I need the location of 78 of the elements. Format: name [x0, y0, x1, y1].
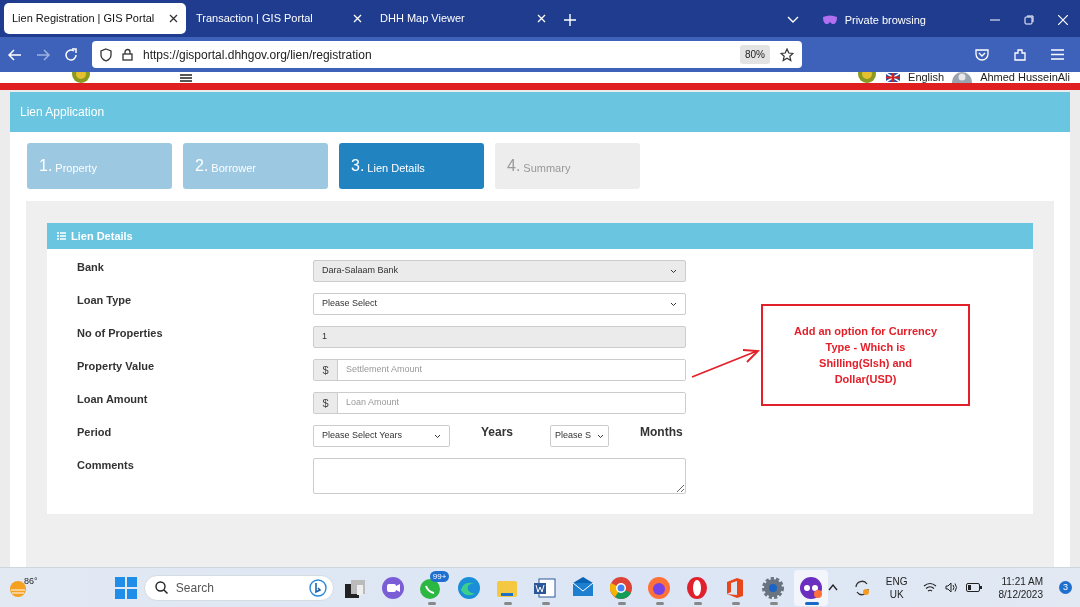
running-indicator: [541, 601, 550, 605]
running-indicator: [617, 601, 626, 605]
field-label: No of Properties: [77, 326, 164, 340]
chevron-down-icon: [597, 433, 605, 439]
search-icon: [154, 581, 168, 594]
lock-icon: [122, 48, 133, 61]
menu-icon[interactable]: [180, 73, 192, 82]
select-field[interactable]: Please Select: [313, 293, 686, 315]
region-code[interactable]: UK: [885, 587, 908, 601]
tab-title: Transaction | GIS Portal: [196, 11, 313, 27]
clock-time[interactable]: 11:21 AM: [998, 574, 1043, 588]
forward-icon[interactable]: [36, 48, 50, 61]
input-field[interactable]: $ Loan Amount: [313, 392, 686, 414]
shield-icon: [100, 47, 112, 62]
user-menu[interactable]: Ahmed HusseinAli: [980, 72, 1070, 83]
speaker-icon[interactable]: [945, 582, 959, 593]
back-icon[interactable]: [8, 48, 22, 61]
language-code[interactable]: ENG: [885, 574, 908, 588]
private-browsing-label: Private browsing: [844, 12, 926, 28]
browser-tab[interactable]: Lien Registration | GIS Portal: [4, 3, 186, 34]
taskbar-app[interactable]: 99+: [413, 569, 448, 606]
field-label: Comments: [77, 458, 135, 472]
tab-title: DHH Map Viewer: [380, 11, 465, 27]
battery-icon[interactable]: [966, 583, 983, 592]
tab-title: Lien Registration | GIS Portal: [12, 11, 155, 27]
running-indicator: [769, 601, 778, 605]
running-indicator: [503, 601, 512, 605]
reload-icon[interactable]: [64, 47, 78, 62]
restore-icon[interactable]: [1024, 15, 1034, 25]
search-field[interactable]: Search: [143, 574, 334, 601]
star-icon[interactable]: [780, 47, 794, 62]
unit-label: Months: [640, 425, 683, 439]
running-indicator: [731, 601, 740, 605]
running-indicator: [427, 601, 436, 605]
field-label: Property Value: [77, 359, 156, 373]
select-field[interactable]: Please S: [550, 425, 610, 447]
address-bar[interactable]: https://gisportal.dhhgov.org/lien/registration 80%: [92, 41, 802, 68]
wifi-icon[interactable]: [923, 582, 938, 593]
running-indicator: [655, 601, 664, 605]
panel-title: Lien Application: [20, 104, 105, 121]
arrow: [691, 347, 761, 379]
field-label: Bank: [77, 260, 105, 274]
url-text: https://gisportal.dhhgov.org/lien/registration: [143, 46, 372, 64]
clock-date[interactable]: 8/12/2023: [998, 587, 1043, 601]
notification-badge: 99+: [429, 570, 450, 582]
logo-icon: [70, 72, 92, 83]
sync-icon[interactable]: [853, 579, 870, 596]
running-indicator: [693, 601, 702, 605]
field-label: Period: [77, 425, 113, 439]
annotation-note: Add an option for Currency Type - Which is Shilling(Slsh) and Dollar(USD): [761, 304, 970, 406]
browser-tab[interactable]: Transaction | GIS Portal: [188, 3, 370, 34]
step-tab[interactable]: 3. Lien Details: [339, 143, 484, 189]
notification-badge[interactable]: 3: [1059, 581, 1072, 594]
language-selector[interactable]: English: [908, 72, 945, 83]
list-icon: [57, 232, 66, 240]
running-indicator: [804, 601, 819, 605]
chevron-up-icon[interactable]: [827, 584, 838, 591]
new-tab-icon[interactable]: [564, 14, 576, 26]
pocket-icon[interactable]: [975, 48, 989, 61]
field-label: Loan Amount: [77, 392, 149, 406]
select-field[interactable]: Please Select Years: [313, 425, 450, 447]
logo-icon: [856, 72, 879, 83]
chevron-down-icon: [434, 433, 441, 439]
field-label: Loan Type: [77, 293, 133, 307]
close-icon[interactable]: [169, 14, 178, 23]
chevron-down-icon: [670, 268, 677, 274]
input-field[interactable]: $ Settlement Amount: [313, 359, 686, 381]
card-title: Lien Details: [71, 228, 133, 244]
temperature: 86°: [24, 574, 38, 588]
extensions-icon[interactable]: [1013, 47, 1027, 62]
mask-icon: [822, 15, 837, 25]
unit-label: Years: [481, 425, 514, 439]
chevron-down-icon: [670, 301, 677, 307]
browser-tab[interactable]: DHH Map Viewer: [372, 3, 554, 34]
chevron-down-icon[interactable]: [786, 16, 799, 24]
bing-icon: [308, 578, 327, 597]
taskbar-app[interactable]: [793, 569, 828, 606]
zoom-level[interactable]: 80%: [740, 45, 770, 64]
